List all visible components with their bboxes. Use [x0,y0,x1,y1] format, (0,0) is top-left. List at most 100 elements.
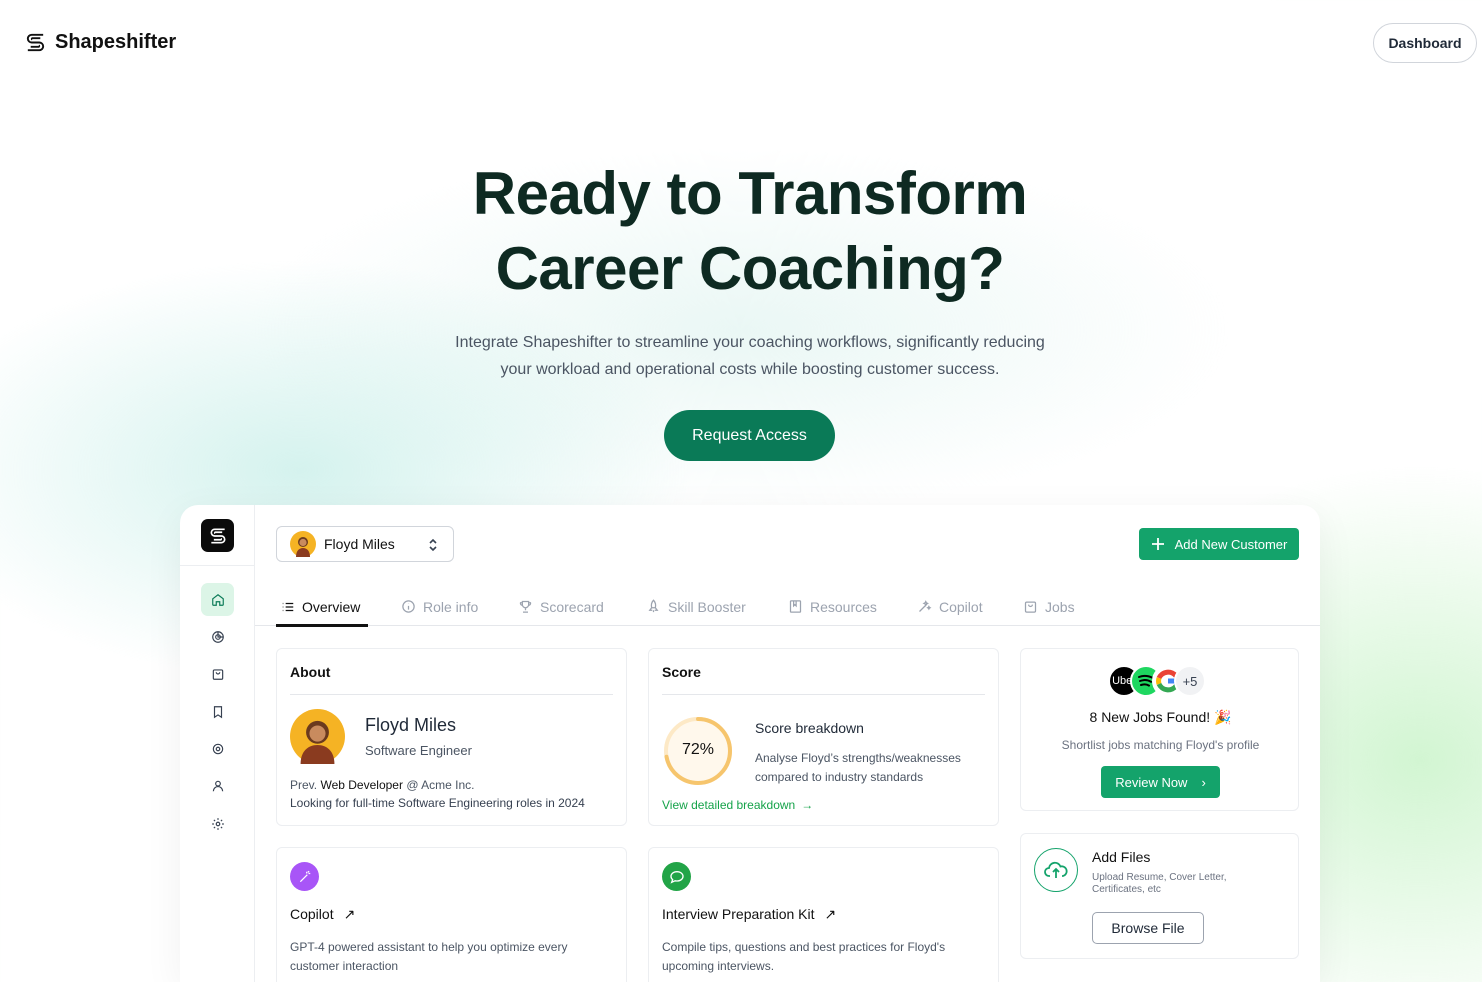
party-emoji-icon: 🎉 [1214,709,1232,725]
sidebar-divider [180,565,255,566]
review-now-button[interactable]: Review Now › [1101,766,1220,798]
view-breakdown-link[interactable]: View detailed breakdown → [662,798,813,812]
arrow-up-right-icon: ↗ [343,906,356,922]
sidebar-item-user[interactable] [201,769,234,802]
company-logos: Uber +5 [1108,665,1228,697]
add-files-card: Add Files Upload Resume, Cover Letter, C… [1020,833,1299,959]
copilot-title-row: Copilot ↗ [290,906,355,923]
add-files-line2: Certificates, etc [1092,884,1161,895]
tab-scorecard[interactable]: Scorecard [518,587,604,626]
book-icon [789,600,802,613]
chat-bubble-icon [669,870,684,884]
tab-overview[interactable]: Overview [281,587,360,626]
tab-label: Jobs [1045,598,1075,615]
jobs-card: Uber +5 8 New Jobs Found! 🎉 Shortlist jo… [1020,648,1299,811]
jobs-title: 8 New Jobs Found! [1089,709,1211,725]
eye-settings-icon [212,743,223,754]
customer-name: Floyd Miles [324,536,395,552]
tab-copilot[interactable]: Copilot [917,587,983,626]
copilot-line2: customer interaction [290,959,399,973]
settings-icon [211,817,224,830]
copilot-desc: GPT-4 powered assistant to help you opti… [290,938,567,976]
app-logo[interactable] [201,519,234,552]
sidebar-item-bookmark[interactable] [201,695,234,728]
hero-subtitle-line1: Integrate Shapeshifter to streamline you… [455,334,1045,351]
sidebar-item-analytics[interactable] [201,620,234,653]
about-name: Floyd Miles [365,715,457,735]
add-new-customer-button[interactable]: Add New Customer [1139,528,1299,560]
prev-prefix: Prev. [290,778,318,792]
tab-role-info[interactable]: Role info [401,587,478,626]
arrow-right-icon: → [801,798,814,812]
rocket-icon [648,599,659,613]
about-role: Software Engineer [365,743,472,758]
hero-title: Ready to Transform Career Coaching? [0,156,1482,306]
breakdown-line1: Analyse Floyd’s strengths/weaknesses [755,751,961,765]
add-files-line1: Upload Resume, Cover Letter, [1092,872,1227,883]
hero-title-line1: Ready to Transform [472,160,1028,227]
score-breakdown-title: Score breakdown [755,720,864,736]
sidebar-item-home[interactable] [201,583,234,616]
info-icon [402,600,415,613]
avatar [290,709,345,764]
jobs-title-row: 8 New Jobs Found! 🎉 [1021,709,1300,726]
breakdown-line2: compared to industry standards [755,770,924,784]
trophy-icon [519,600,532,613]
user-icon [212,780,223,791]
more-companies-badge: +5 [1174,665,1206,697]
dashboard-button[interactable]: Dashboard [1373,23,1477,63]
customer-selector[interactable]: Floyd Miles [276,526,454,562]
tab-label: Scorecard [540,598,604,615]
cloud-upload-icon [1044,861,1068,878]
score-title: Score [662,664,701,680]
tab-skill-booster[interactable]: Skill Booster [646,587,746,626]
sidebar [180,505,255,982]
tab-label: Resources [810,598,877,615]
active-tab-indicator [276,624,368,627]
jobs-subtitle: Shortlist jobs matching Floyd's profile [1061,738,1260,752]
interview-title-row: Interview Preparation Kit ↗ [662,906,836,923]
browse-file-button[interactable]: Browse File [1092,912,1204,944]
copilot-line1: GPT-4 powered assistant to help you opti… [290,940,568,954]
interview-title: Interview Preparation Kit [662,906,815,922]
home-icon [211,593,224,606]
add-new-customer-label: Add New Customer [1174,536,1288,552]
copilot-badge [290,862,319,891]
copilot-card[interactable]: Copilot ↗ GPT-4 powered assistant to hel… [276,847,627,982]
sidebar-item-bag[interactable] [201,657,234,690]
chevron-up-down-icon [429,538,437,552]
card-divider [662,694,985,695]
shapeshifter-logo-icon [210,528,225,543]
brand-name: Shapeshifter [55,31,177,53]
interview-line1: Compile tips, questions and best practic… [662,940,946,954]
interview-line2: upcoming interviews. [662,959,775,973]
bag-icon [212,668,223,680]
chevron-right-icon: › [1201,774,1206,790]
sidebar-item-visibility[interactable] [201,732,234,765]
request-access-button[interactable]: Request Access [664,410,835,461]
shapeshifter-logo-icon [26,33,45,52]
score-value: 72% [681,741,715,758]
tab-resources[interactable]: Resources [788,587,877,626]
copilot-title: Copilot [290,906,334,922]
tab-label: Overview [302,598,361,615]
plus-icon [1151,538,1164,550]
sidebar-item-settings[interactable] [201,807,234,840]
tab-jobs[interactable]: Jobs [1023,587,1075,626]
arrow-up-right-icon: ↗ [824,906,837,922]
app-preview: Floyd Miles Add New Customer Overview Ro… [180,505,1320,982]
interview-badge [662,862,691,891]
interview-kit-card[interactable]: Interview Preparation Kit ↗ Compile tips… [648,847,999,982]
add-files-title: Add Files [1092,849,1151,865]
brand[interactable]: Shapeshifter [24,31,176,54]
hero-subtitle: Integrate Shapeshifter to streamline you… [0,329,1482,383]
prev-suffix: @ Acme Inc. [406,778,475,792]
score-card: Score 72% Score breakdown Analyse Floyd’… [648,648,999,826]
tab-label: Skill Booster [668,598,746,615]
tab-label: Role info [423,598,479,615]
tab-bar: Overview Role info Scorecard Skill Boost… [255,587,1320,626]
bag-icon [1024,601,1037,613]
analytics-icon [211,630,224,643]
hero-title-line2: Career Coaching? [495,235,1005,302]
prev-role: Web Developer [320,778,403,792]
